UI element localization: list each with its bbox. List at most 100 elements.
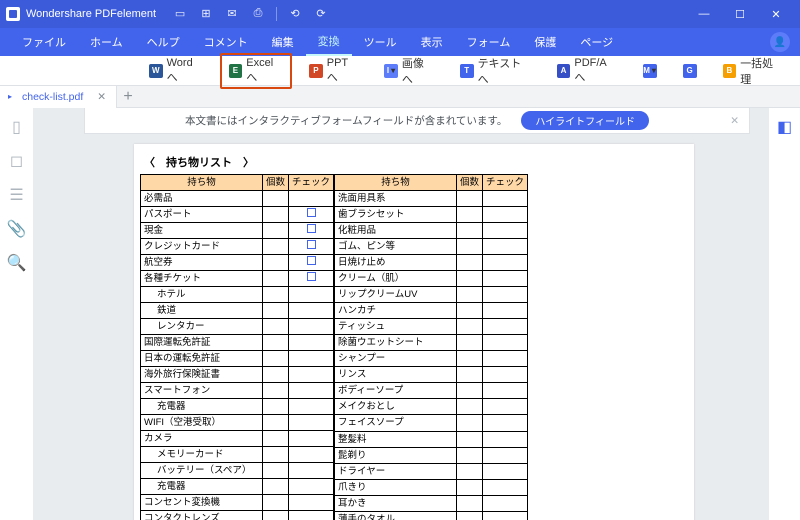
convert-画像へ[interactable]: I画像へ (375, 51, 443, 91)
qty-cell (263, 463, 289, 479)
qty-cell (457, 367, 483, 383)
table-row: ボディーソープ (335, 383, 528, 399)
menu-コメント[interactable]: コメント (192, 28, 260, 56)
menu-ヘルプ[interactable]: ヘルプ (135, 28, 192, 56)
check-cell (483, 511, 528, 520)
menu-編集[interactable]: 編集 (260, 28, 306, 56)
convert-PPTへ[interactable]: PPPTへ (300, 53, 367, 89)
qty-cell (457, 287, 483, 303)
qty-cell (457, 383, 483, 399)
col-header: 持ち物 (141, 175, 263, 191)
col-header: チェック (289, 175, 334, 191)
table-row: メイクおとし (335, 399, 528, 415)
search-icon[interactable]: 🔍 (8, 254, 26, 272)
menu-ページ[interactable]: ページ (568, 28, 625, 56)
new-icon[interactable]: ⊞ (198, 7, 214, 21)
item-cell: ホテル (141, 287, 263, 303)
check-cell (289, 415, 334, 431)
table-row: 日焼け止め (335, 255, 528, 271)
comment-panel-icon[interactable]: ☰ (8, 186, 26, 204)
account-avatar-icon[interactable]: 👤 (770, 32, 790, 52)
redo-icon[interactable]: ⟳ (313, 7, 329, 21)
document-tab[interactable]: check-list.pdf ✕ (0, 86, 117, 108)
attachment-icon[interactable]: 📎 (8, 220, 26, 238)
qty-cell (457, 239, 483, 255)
a-icon: A (557, 64, 571, 78)
table-row: 海外旅行保険証書 (141, 367, 334, 383)
item-cell: 歯ブラシセット (335, 207, 457, 223)
checkbox[interactable] (307, 208, 316, 217)
table-row: レンタカー (141, 319, 334, 335)
right-rail: ◧ (768, 108, 800, 520)
menu-変換[interactable]: 変換 (306, 28, 352, 56)
qty-cell (457, 415, 483, 431)
table-row: 爪きり (335, 479, 528, 495)
add-tab-button[interactable]: + (117, 88, 139, 106)
section-heading: 必需品 (141, 191, 263, 207)
highlight-fields-button[interactable]: ハイライトフィールド (521, 111, 649, 130)
convert-Wordへ[interactable]: WWordへ (140, 53, 212, 89)
convert-Excelへ[interactable]: EExcelへ (220, 53, 292, 89)
table-row: ホテル (141, 287, 334, 303)
convert-一括処理[interactable]: B一括処理 (714, 51, 792, 91)
checkbox[interactable] (307, 256, 316, 265)
convert-テキストへ[interactable]: Tテキストへ (451, 51, 540, 91)
item-cell: WIFI（空港受取） (141, 415, 263, 431)
table-row: コンセント変換機 (141, 495, 334, 511)
qty-cell (457, 495, 483, 511)
check-cell (289, 367, 334, 383)
form-notice-bar: 本文書にはインタラクティブフォームフィールドが含まれています。 ハイライトフィー… (84, 108, 750, 134)
tool-label: 画像へ (402, 55, 434, 87)
menu-ファイル[interactable]: ファイル (10, 28, 78, 56)
item-cell: リンス (335, 367, 457, 383)
print-icon[interactable]: ⎙ (250, 7, 266, 21)
item-cell: 整髪料 (335, 431, 457, 447)
convert-m[interactable]: M (634, 60, 666, 82)
qty-cell (457, 431, 483, 447)
minimize-button[interactable]: — (686, 0, 722, 28)
item-cell: 海外旅行保険証書 (141, 367, 263, 383)
checkbox[interactable] (307, 240, 316, 249)
tool-label: PDF/Aへ (574, 57, 616, 85)
qty-cell (457, 271, 483, 287)
check-cell (483, 319, 528, 335)
m-icon: M (643, 64, 657, 78)
item-cell: シャンプー (335, 351, 457, 367)
col-header: チェック (483, 175, 528, 191)
item-cell: 充電器 (141, 399, 263, 415)
qty-cell (457, 335, 483, 351)
col-header: 個数 (263, 175, 289, 191)
bookmark-icon[interactable]: ◻ (8, 152, 26, 170)
tab-close-icon[interactable]: ✕ (97, 91, 106, 103)
item-cell: 薄手のタオル (335, 511, 457, 520)
table-row: ゴム、ピン等 (335, 239, 528, 255)
checkbox[interactable] (307, 272, 316, 281)
close-button[interactable]: ✕ (758, 0, 794, 28)
check-cell (289, 351, 334, 367)
checkbox[interactable] (307, 224, 316, 233)
convert-PDF/Aへ[interactable]: APDF/Aへ (548, 53, 626, 89)
table-row: 充電器 (141, 399, 334, 415)
qty-cell (263, 255, 289, 271)
col-header: 個数 (457, 175, 483, 191)
t-icon: T (460, 64, 474, 78)
table-row: シャンプー (335, 351, 528, 367)
qty-cell (263, 495, 289, 511)
menu-ホーム[interactable]: ホーム (78, 28, 135, 56)
titlebar: Wondershare PDFelement ▭ ⊞ ✉ ⎙ ⟲ ⟳ — ☐ ✕ (0, 0, 800, 28)
maximize-button[interactable]: ☐ (722, 0, 758, 28)
thumbnails-icon[interactable]: ▯ (8, 118, 26, 136)
conversion-ribbon: WWordへEExcelへPPPTへI画像へTテキストへAPDF/AへMGB一括… (0, 56, 800, 86)
page-nav-icon[interactable]: ◧ (776, 118, 794, 136)
qty-cell (263, 271, 289, 287)
undo-icon[interactable]: ⟲ (287, 7, 303, 21)
check-cell (483, 463, 528, 479)
mail-icon[interactable]: ✉ (224, 7, 240, 21)
table-row: WIFI（空港受取） (141, 415, 334, 431)
check-cell (483, 335, 528, 351)
open-icon[interactable]: ▭ (172, 7, 188, 21)
convert-g[interactable]: G (674, 60, 706, 82)
b-icon: B (723, 64, 737, 78)
qty-cell (263, 303, 289, 319)
notice-close-icon[interactable]: ✕ (730, 115, 739, 127)
